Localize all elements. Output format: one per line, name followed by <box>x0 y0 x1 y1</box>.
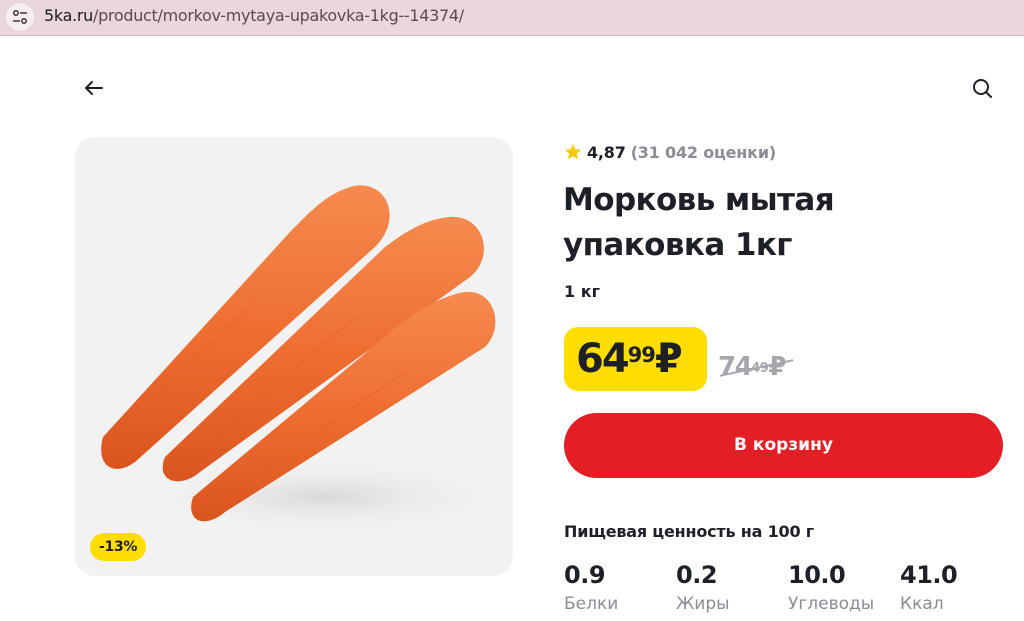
nutrient-value: 0.2 <box>676 561 718 589</box>
nutrient-fat: 0.2 Жиры <box>676 560 730 616</box>
product-weight: 1 кг <box>564 282 600 301</box>
current-price: 6499₽ <box>564 327 707 391</box>
product-rating[interactable]: 4,87 (31 042 оценки) <box>564 141 776 163</box>
nutrient-label: Углеводы <box>788 594 875 614</box>
search-icon <box>973 79 992 98</box>
discount-badge: -13% <box>90 533 147 561</box>
nutrient-value: 10.0 <box>788 561 846 589</box>
back-button[interactable] <box>80 74 108 102</box>
nutrient-label: Ккал <box>900 594 944 614</box>
star-icon <box>565 144 581 160</box>
nutrition-title: Пищевая ценность на 100 г <box>564 522 814 541</box>
url-path: /product/morkov-mytaya-upakovka-1kg--143… <box>92 6 464 25</box>
arrow-left-icon <box>85 81 103 95</box>
add-to-cart-button[interactable]: В корзину <box>564 413 1003 478</box>
price-rubles: 64 <box>576 336 630 382</box>
rating-score: 4,87 <box>587 142 626 162</box>
nutrient-label: Жиры <box>676 594 730 614</box>
url-host: 5ka.ru <box>44 6 93 25</box>
price-kopecks: 99 <box>627 343 656 367</box>
product-image[interactable] <box>75 137 513 576</box>
browser-address-bar: 5ka.ru/product/morkov-mytaya-upakovka-1k… <box>0 0 1024 36</box>
old-price-rubles: 74 <box>718 352 753 382</box>
url-text[interactable]: 5ka.ru/product/morkov-mytaya-upakovka-1k… <box>44 6 464 25</box>
nutrient-carbs: 10.0 Углеводы <box>788 560 874 616</box>
carrots-image <box>101 185 513 537</box>
old-currency-sign: ₽ <box>768 352 786 382</box>
site-settings-icon[interactable] <box>6 3 34 31</box>
search-button[interactable] <box>968 74 996 102</box>
nutrient-kcal: 41.0 Ккал <box>900 560 958 616</box>
product-title: Морковь мытая упаковка 1кг <box>563 182 835 263</box>
nutrient-label: Белки <box>564 594 619 614</box>
old-price: 7449₽ <box>718 350 794 384</box>
currency-sign: ₽ <box>654 336 683 382</box>
nutrient-value: 0.9 <box>564 561 606 589</box>
nutrient-protein: 0.9 Белки <box>564 560 618 616</box>
rating-count: (31 042 оценки) <box>630 142 776 162</box>
nutrient-value: 41.0 <box>900 561 958 589</box>
